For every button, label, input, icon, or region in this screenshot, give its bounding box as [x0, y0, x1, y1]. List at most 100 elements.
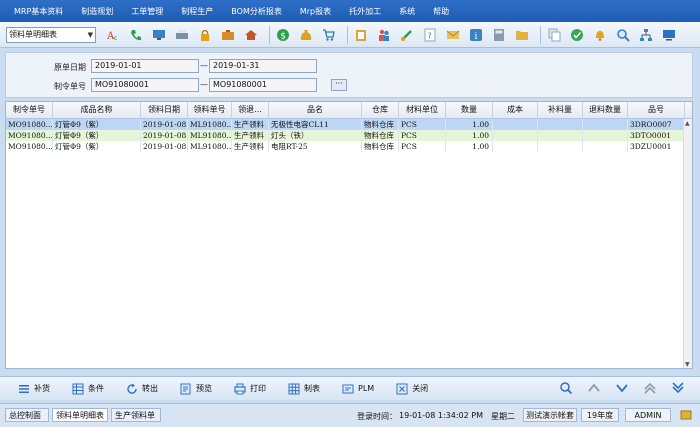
- chevron-down-icon: ▼: [87, 30, 93, 39]
- network-icon[interactable]: [637, 26, 655, 44]
- cell-issue-date: 2019-01-08: [143, 130, 188, 141]
- search-icon[interactable]: [614, 26, 632, 44]
- preview-label: 预览: [196, 384, 212, 393]
- clipboard-icon[interactable]: [352, 26, 370, 44]
- condition-button[interactable]: 条件: [72, 383, 104, 395]
- preview-button[interactable]: 预览: [180, 383, 212, 395]
- menu-mrp-basic[interactable]: MRP基本资料: [14, 6, 63, 17]
- menu-bom-report[interactable]: BOM分析报表: [231, 6, 282, 17]
- vertical-scrollbar[interactable]: ▲ ▼: [683, 119, 692, 368]
- column-header[interactable]: 材料单位: [399, 102, 446, 118]
- export-button[interactable]: 转出: [126, 383, 158, 395]
- money-bag-icon[interactable]: [297, 26, 315, 44]
- date-range-separator: —: [200, 61, 208, 70]
- column-header[interactable]: 领退...: [232, 102, 269, 118]
- table-row[interactable]: MO91080... 灯管Φ9（紫） 2019-01-08 ML91080...…: [6, 119, 692, 130]
- svg-text:$: $: [280, 31, 286, 41]
- cell-quantity: 1.00: [446, 119, 493, 130]
- copy-icon[interactable]: [545, 26, 563, 44]
- scroll-up-icon[interactable]: ▲: [685, 120, 690, 127]
- display-icon[interactable]: [660, 26, 678, 44]
- column-header[interactable]: 领料单号: [188, 102, 232, 118]
- briefcase-icon[interactable]: [219, 26, 237, 44]
- cell-product-name: 灯管Φ9（紫）: [53, 119, 141, 130]
- column-header[interactable]: 仓库: [362, 102, 399, 118]
- make-table-button[interactable]: 制表: [288, 383, 320, 395]
- menu-production[interactable]: 制程生产: [181, 6, 213, 17]
- toolbar-divider: [540, 25, 541, 44]
- link-icon[interactable]: [398, 26, 416, 44]
- scroll-down-icon[interactable]: ▼: [685, 361, 690, 368]
- cart-icon[interactable]: [320, 26, 338, 44]
- calculator-icon[interactable]: [490, 26, 508, 44]
- bell-icon[interactable]: [591, 26, 609, 44]
- order-from-input[interactable]: MO91080001: [91, 78, 199, 92]
- column-header[interactable]: 品号: [628, 102, 685, 118]
- cell-issue-date: 2019-01-08: [143, 119, 188, 130]
- make-table-label: 制表: [304, 384, 320, 393]
- tab-control-panel[interactable]: 总控制面: [5, 408, 49, 422]
- mail-icon[interactable]: [444, 26, 462, 44]
- column-header[interactable]: 领料日期: [141, 102, 188, 118]
- column-header[interactable]: 成本: [493, 102, 538, 118]
- column-header[interactable]: 制令单号: [6, 102, 53, 118]
- report-selector[interactable]: 领料单明细表 ▼: [6, 26, 96, 43]
- date-to-input[interactable]: 2019-01-31: [209, 59, 317, 73]
- users-icon[interactable]: [375, 26, 393, 44]
- menu-system[interactable]: 系统: [399, 6, 415, 17]
- tab-issue-detail[interactable]: 领料单明细表: [52, 408, 108, 422]
- printer-device-icon[interactable]: [173, 26, 191, 44]
- menu-mrp-report[interactable]: Mrp报表: [300, 6, 331, 17]
- search-icon[interactable]: [558, 380, 574, 396]
- weekday: 星期二: [491, 412, 515, 421]
- column-header[interactable]: 品名: [269, 102, 362, 118]
- cell-item-code: 3DTO0001: [628, 130, 685, 141]
- menu-bar: MRP基本资料 制造规划 工单管理 制程生产 BOM分析报表 Mrp报表 托外加…: [0, 0, 700, 22]
- date-from-input[interactable]: 2019-01-01: [91, 59, 199, 73]
- close-button[interactable]: 关闭: [396, 383, 428, 395]
- phone-icon[interactable]: [127, 26, 145, 44]
- menu-outsourcing[interactable]: 托外加工: [349, 6, 381, 17]
- info-icon[interactable]: i: [467, 26, 485, 44]
- menu-work-order[interactable]: 工单管理: [131, 6, 163, 17]
- replenish-button[interactable]: 补货: [18, 383, 50, 395]
- dollar-icon[interactable]: $: [274, 26, 292, 44]
- table-row[interactable]: MO91080... 灯管Φ9（紫） 2019-01-08 ML91080...…: [6, 141, 692, 152]
- column-header[interactable]: 成品名称: [53, 102, 141, 118]
- plm-label: PLM: [358, 384, 375, 393]
- check-circle-icon[interactable]: [568, 26, 586, 44]
- tab-production-issue[interactable]: 生产领料单: [111, 408, 161, 422]
- help-document-icon[interactable]: ?: [421, 26, 439, 44]
- report-selector-value: 领料单明细表: [9, 30, 57, 39]
- cell-order-no: MO91080...: [8, 130, 53, 141]
- plm-icon: [342, 384, 354, 393]
- column-header[interactable]: 数量: [446, 102, 493, 118]
- close-label: 关闭: [412, 384, 429, 393]
- double-chevron-down-icon[interactable]: [670, 380, 686, 396]
- chevron-down-icon[interactable]: [614, 380, 630, 396]
- order-to-input[interactable]: MO91080001: [209, 78, 317, 92]
- more-options-button[interactable]: ···: [331, 79, 347, 91]
- cell-item-name: 无极性电容CL11: [269, 119, 362, 130]
- list-icon: [19, 384, 29, 393]
- menu-manufacturing-plan[interactable]: 制造规划: [81, 6, 113, 17]
- cell-issue-type: 生产领料: [232, 130, 269, 141]
- table-header: 制令单号 成品名称 领料日期 领料单号 领退... 品名 仓库 材料单位 数量 …: [6, 102, 692, 119]
- cell-quantity: 1.00: [446, 130, 493, 141]
- chevron-up-icon[interactable]: [586, 380, 602, 396]
- replenish-label: 补货: [34, 384, 50, 393]
- print-label: 打印: [250, 384, 266, 393]
- menu-help[interactable]: 帮助: [433, 6, 449, 17]
- monitor-icon[interactable]: [150, 26, 168, 44]
- status-bar: 总控制面 领料单明细表 生产领料单 登录时间： 19-01-08 1:34:02…: [0, 403, 700, 427]
- plm-button[interactable]: PLM: [342, 383, 374, 395]
- table-row[interactable]: MO91080... 灯管Φ9（紫） 2019-01-08 ML91080...…: [6, 130, 692, 141]
- double-chevron-up-icon[interactable]: [642, 380, 658, 396]
- lock-icon[interactable]: [196, 26, 214, 44]
- print-button[interactable]: 打印: [234, 383, 266, 395]
- column-header[interactable]: 补料量: [538, 102, 583, 118]
- folder-icon[interactable]: [513, 26, 531, 44]
- column-header[interactable]: 退料数量: [583, 102, 628, 118]
- font-icon[interactable]: Ac: [104, 26, 122, 44]
- home-icon[interactable]: [242, 26, 260, 44]
